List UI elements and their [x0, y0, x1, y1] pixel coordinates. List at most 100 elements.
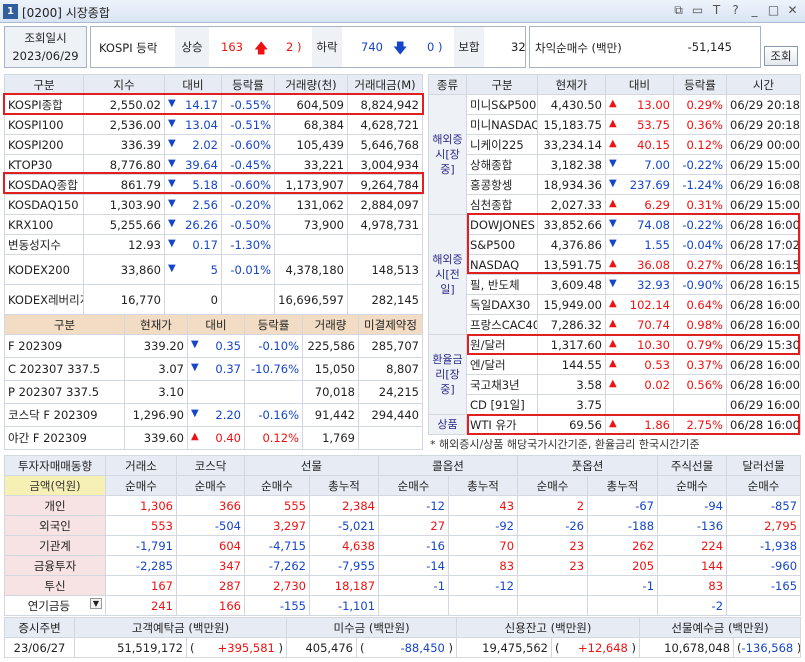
futures-volume: 225,586	[302, 334, 359, 358]
overseas-row[interactable]: 필, 반도체 3,609.48 ▼ 32.93 -0.90% 06/28 16:15	[429, 274, 801, 295]
link-icon[interactable]: ⧉	[672, 3, 685, 18]
down-label: 하락	[312, 27, 342, 67]
overseas-price: 7,286.32	[537, 314, 606, 335]
investor-value: -7,955	[308, 555, 380, 576]
index-change: ▼ 2.56	[164, 194, 222, 215]
overseas-row[interactable]: CD [91일] 3.75 06/29 16:00	[429, 394, 801, 415]
overseas-row[interactable]: 상품 WTI 유가 69.56 ▲ 1.86 2.75% 06/28 16:00	[428, 414, 801, 435]
index-value: 336.39	[83, 134, 165, 155]
index-value: 5,255.66	[83, 214, 165, 235]
overseas-row[interactable]: 상해종합 3,182.38 ▼ 7.00 -0.22% 06/29 15:00	[429, 154, 801, 175]
font-icon[interactable]: T	[710, 3, 723, 18]
overseas-name: S&P500	[466, 234, 538, 255]
overseas-row[interactable]: 국고채3년 3.58 ▲ 0.02 0.56% 06/28 16:00	[429, 374, 801, 395]
index-row[interactable]: KOSPI종합 2,550.02 ▼ 14.17 -0.55% 604,509 8,824,…	[4, 94, 423, 115]
investor-row[interactable]: 기관계 -1,791 604 -4,715 4,638 -16 70 23 262 224 -1,9…	[4, 535, 802, 556]
down-triangle-icon: ▼	[191, 408, 199, 419]
futures-price: 339.60	[124, 426, 188, 450]
rate-cell: -0.45%	[221, 154, 275, 175]
overseas-row[interactable]: 심천종합 2,027.33 ▲ 6.29 0.31% 06/29 15:00	[429, 194, 801, 215]
rate-cell: 0.98%	[673, 314, 727, 335]
investor-value: -92	[448, 515, 519, 536]
overseas-row[interactable]: 미니NASDAQ 15,183.75 ▲ 53.75 0.36% 06/29 20:18	[429, 114, 801, 135]
close-icon[interactable]: ✕	[786, 3, 799, 18]
overseas-row[interactable]: S&P500 4,376.86 ▼ 1.55 -0.04% 06/28 17:02	[429, 234, 801, 255]
column-header: 종류	[428, 74, 467, 95]
index-row[interactable]: KODEX레버리지 16,770 0 16,696,597 282,145	[4, 284, 423, 315]
futures-price: 339.20	[124, 334, 188, 358]
futures-change: ▼ 0.37	[187, 357, 245, 381]
summary-header: 미수금 (백만원)	[285, 617, 458, 638]
futures-row[interactable]: P 202307 337.5 3.10 70,018 24,215	[4, 380, 423, 404]
futures-oi: 24,215	[358, 380, 423, 404]
index-amount: 282,145	[347, 284, 423, 315]
futures-row[interactable]: F 202309 339.20 ▼ 0.35 -0.10% 225,586 285,707	[4, 334, 423, 358]
down-count: 740	[361, 40, 383, 54]
index-row[interactable]: KOSPI100 2,536.00 ▼ 13.04 -0.51% 68,384 4,628,…	[4, 114, 423, 135]
index-row[interactable]: KODEX200 33,860 ▼ 5 -0.01% 4,378,180 148,513	[4, 254, 423, 285]
copy-icon[interactable]: ▭	[691, 3, 704, 18]
futures-row[interactable]: 코스닥 F 202309 1,296.90 ▼ 2.20 -0.16% 91,442 294…	[4, 403, 423, 427]
overseas-row[interactable]: NASDAQ 13,591.75 ▲ 36.08 0.27% 06/28 16:15	[429, 254, 801, 275]
overseas-row[interactable]: 해외증시[전일] DOWJONES 33,852.66 ▼ 74.08 -0.22% 06/…	[428, 214, 801, 335]
investor-value: 2,384	[308, 495, 380, 516]
overseas-row[interactable]: 홍콩항셍 18,934.36 ▼ 237.69 -1.24% 06/29 16:08	[429, 174, 801, 195]
rate-cell: -1.30%	[221, 234, 275, 255]
column-header: 등락률	[673, 74, 727, 95]
overseas-time: 06/29 15:30	[726, 334, 801, 355]
investor-value: 224	[657, 535, 728, 556]
rate-cell	[221, 284, 275, 315]
overseas-row[interactable]: 엔/달러 144.55 ▲ 0.53 0.37% 06/28 16:00	[429, 354, 801, 375]
investor-row[interactable]: 개인 1,306 366 555 2,384 -12 43 2 -67 -94 -857	[4, 495, 802, 516]
investor-row[interactable]: 투신 167 287 2,730 18,187 -1 -12 -1 83 -165	[4, 575, 802, 596]
change-value: 102.14	[629, 297, 670, 312]
overseas-row[interactable]: 프랑스CAC40 7,286.32 ▲ 70.74 0.98% 06/28 16:00	[429, 314, 801, 335]
summary-change-value: -88,450	[400, 640, 445, 655]
investor-sub-header: 순매수	[244, 475, 310, 496]
investor-row[interactable]: 외국인 553 -504 3,297 -5,021 27 -92 -26 -188 -136 2,7…	[4, 515, 802, 536]
futures-change	[187, 380, 245, 404]
window-title: [0200] 시장종합	[22, 6, 110, 20]
index-row[interactable]: KRX100 5,255.66 ▼ 26.26 -0.50% 73,900 4,978,73…	[4, 214, 423, 235]
futures-row[interactable]: C 202307 337.5 3.07 ▼ 0.37 -10.76% 15,050 8,80…	[4, 357, 423, 381]
investor-row[interactable]: 연기금등 ▼ 241 166 -155 -1,101 -2	[4, 595, 802, 616]
investor-name: 금융투자	[4, 555, 106, 576]
summary-header: 선물예수금 (백만원)	[639, 617, 802, 638]
investor-sub-header: 순매수	[517, 475, 589, 496]
overseas-row[interactable]: 니케이225 33,234.14 ▲ 40.15 0.12% 06/29 00:00	[429, 134, 801, 155]
index-row[interactable]: KOSDAQ150 1,303.90 ▼ 2.56 -0.20% 131,062 2,884…	[4, 194, 423, 215]
overseas-row[interactable]: 환율금리[장중] 원/달러 1,317.60 ▲ 10.30 0.79% 06/29 15:…	[428, 334, 801, 415]
window-titlebar: 1 [0200] 시장종합 ⧉ ▭ T ? _ □ ✕	[0, 0, 805, 23]
investor-value: -67	[587, 495, 659, 516]
overseas-time: 06/29 16:00	[726, 394, 801, 415]
overseas-row[interactable]: 해외증시[장중] 미니S&P500 4,430.50 ▲ 13.00 0.29% 06/29…	[428, 94, 801, 215]
query-button[interactable]: 조회	[764, 46, 798, 66]
maximize-icon[interactable]: □	[767, 3, 780, 18]
arb-value: -51,145	[687, 40, 732, 54]
help-icon[interactable]: ?	[729, 3, 742, 18]
change-value: 39.64	[185, 157, 218, 172]
investor-value	[378, 595, 450, 616]
investor-row[interactable]: 금융투자 -2,285 347 -7,262 -7,955 -14 83 23 205 144 -9…	[4, 555, 802, 576]
investor-value: 205	[587, 555, 659, 576]
up-triangle-icon: ▲	[609, 337, 617, 349]
futures-row[interactable]: 야간 F 202309 339.60 ▲ 0.40 0.12% 1,769	[4, 426, 423, 450]
index-row[interactable]: KOSPI200 336.39 ▼ 2.02 -0.60% 105,439 5,646,76…	[4, 134, 423, 155]
summary-change-value: +12,648	[578, 640, 628, 655]
index-change: ▼ 5	[164, 254, 222, 285]
index-row[interactable]: 변동성지수 12.93 ▼ 0.17 -1.30%	[4, 234, 423, 255]
index-name: KODEX레버리지	[4, 284, 84, 315]
index-row[interactable]: KOSDAQ종합 861.79 ▼ 5.18 -0.60% 1,173,907 9,264,…	[4, 174, 423, 195]
investor-value: -14	[378, 555, 450, 576]
rate-cell	[244, 380, 303, 404]
overseas-row[interactable]: 독일DAX30 15,949.00 ▲ 102.14 0.64% 06/28 16:00	[429, 294, 801, 315]
investor-sub-header: 총누적	[308, 475, 380, 496]
futures-table: 구분 현재가 대비 등락률 거래량 미결제약정 F 202309 339.20 ▼ 0.35 -0…	[4, 314, 423, 450]
index-name: KODEX200	[4, 254, 84, 285]
overseas-name: CD [91일]	[466, 394, 538, 415]
index-change: 0	[164, 284, 222, 315]
down-triangle-icon: ▼	[609, 237, 617, 249]
dropdown-arrow-icon[interactable]: ▼	[89, 597, 102, 609]
minimize-icon[interactable]: _	[748, 3, 761, 18]
index-row[interactable]: KTOP30 8,776.80 ▼ 39.64 -0.45% 33,221 3,004,93…	[4, 154, 423, 175]
